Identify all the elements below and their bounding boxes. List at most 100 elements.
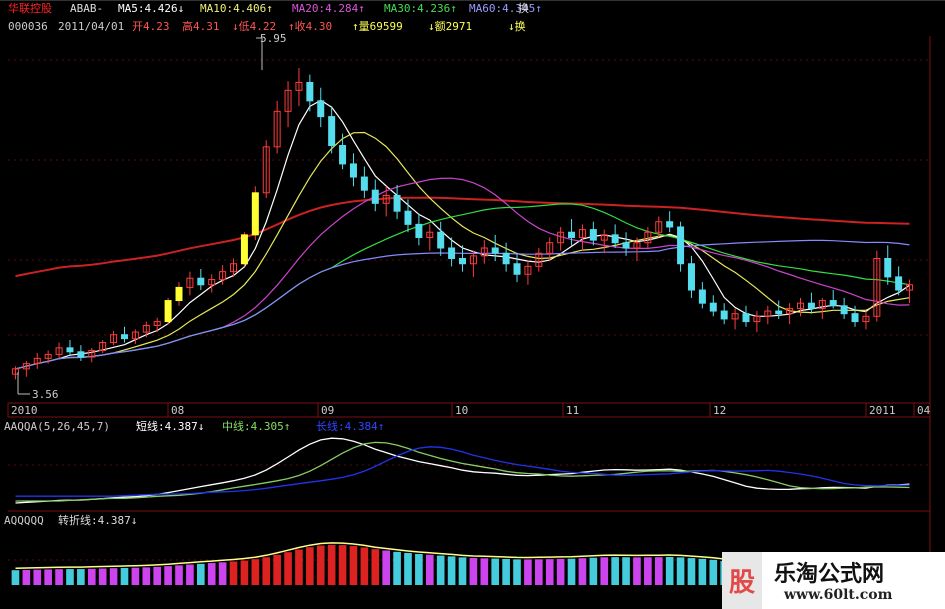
histogram-bar (196, 563, 205, 585)
candle-body (175, 286, 183, 302)
histogram-bar (273, 554, 281, 585)
candle-body (437, 231, 445, 249)
histogram-bar (120, 567, 129, 585)
histogram-bar (393, 551, 401, 585)
stock-name: 华联控股 (8, 2, 52, 15)
candles (11, 68, 914, 380)
histogram-bar (22, 569, 31, 585)
histogram-bar (622, 557, 630, 585)
date-tick-label: 08 (171, 404, 184, 417)
histogram-bar (535, 559, 543, 585)
volume: ↑量69599 (352, 20, 403, 33)
candle-body (77, 351, 85, 358)
candle-body (884, 258, 892, 278)
histogram-bar (480, 558, 489, 585)
histogram-bar (458, 557, 467, 585)
histogram-bar (164, 566, 172, 585)
indicator2-turn: 转折线:4.387↓ (58, 514, 138, 527)
histogram-bar (11, 570, 20, 585)
histogram-bar (262, 557, 271, 585)
histogram-bar (545, 559, 554, 585)
histogram-bar (491, 558, 500, 585)
watermark-title: 乐淘公式网 (774, 562, 885, 587)
candle-body (677, 226, 685, 265)
ma30-line (15, 203, 910, 370)
high-annotation: 5.95 (260, 32, 287, 45)
histogram-bar (153, 566, 162, 585)
candle-body (491, 247, 499, 254)
histogram-bar (578, 558, 587, 585)
histogram-bar (611, 557, 619, 585)
histogram-bar (109, 568, 118, 585)
date-tick-label: 2011 (869, 404, 896, 417)
histogram-bar (33, 569, 42, 585)
candle-body (415, 223, 423, 238)
candle-body (502, 252, 510, 265)
ma30-readout: MA30:4.236↑ (384, 2, 457, 15)
candle-body (240, 234, 248, 265)
indicator1-mid-line (15, 441, 910, 502)
candle-body (448, 247, 456, 260)
candle-body (66, 347, 74, 353)
candle-body (840, 305, 848, 315)
histogram-bar (349, 546, 358, 585)
stock-chart: 2010 08 09 10 11 12 2011 04 (0, 0, 945, 609)
indicator1-mid: 中线:4.305↑ (222, 420, 291, 433)
candle-body (589, 229, 597, 241)
watermark-url: www.60lt.com (784, 587, 893, 603)
histogram-bar (524, 559, 532, 585)
date-tick-label: 2010 (11, 404, 38, 417)
histogram-bar (676, 557, 685, 585)
histogram-bar (425, 554, 434, 585)
indicator1-lines (15, 437, 910, 504)
histogram-bar (284, 552, 292, 585)
header-tail: 换 (518, 2, 529, 15)
candle-body (666, 221, 674, 228)
histogram-bar (306, 547, 314, 585)
candle-body (807, 302, 815, 309)
candle-body (895, 276, 903, 291)
formula-name: ABAB- (70, 2, 104, 15)
histogram-bar (665, 556, 674, 585)
ma10-readout: MA10:4.406↑ (200, 2, 273, 15)
histogram-bar (229, 561, 238, 585)
candle-body (360, 176, 368, 191)
histogram-bar (502, 559, 510, 585)
histogram-bar (55, 569, 63, 585)
histogram-bar (360, 547, 369, 585)
candle-body (698, 289, 706, 304)
histogram-bar (44, 569, 52, 585)
ma20-readout: MA20:4.284↑ (292, 2, 365, 15)
histogram-bar (589, 557, 598, 585)
ma60-readout: MA60:4.345↑ (469, 2, 542, 15)
histogram-bar (698, 558, 707, 585)
histogram-bar (415, 554, 423, 585)
candle-body (611, 234, 619, 244)
histogram-bar (66, 569, 74, 585)
histogram-bar (218, 562, 227, 585)
histogram-bar (371, 549, 380, 585)
stock-code: 000036 (8, 20, 48, 33)
date-tick-label: 12 (713, 404, 726, 417)
candle-body (459, 258, 466, 265)
open-price: 开4.23 (132, 20, 170, 33)
histogram-bar (295, 549, 303, 585)
date-axis-ticks: 2010 08 09 10 11 12 2011 04 (7, 403, 931, 417)
histogram-bar (556, 558, 565, 585)
histogram-bar (709, 559, 718, 585)
histogram-bar (251, 559, 260, 585)
candle-body (251, 192, 259, 236)
low-annotation: 3.56 (32, 388, 59, 401)
candle-body (622, 242, 630, 249)
histogram-bar (436, 555, 445, 585)
indicator2-title: AQQQQQ (4, 514, 44, 527)
histogram-bar (87, 568, 96, 585)
close-price: ↑收4.30 (288, 20, 333, 33)
ma5-readout: MA5:4.426↓ (118, 2, 185, 15)
histogram-bar (447, 556, 456, 585)
quote-date: 2011/04/01 (58, 20, 125, 33)
candle-body (720, 310, 728, 320)
histogram-bar (186, 564, 194, 585)
candle-body (317, 100, 325, 118)
candle-body (404, 210, 412, 225)
